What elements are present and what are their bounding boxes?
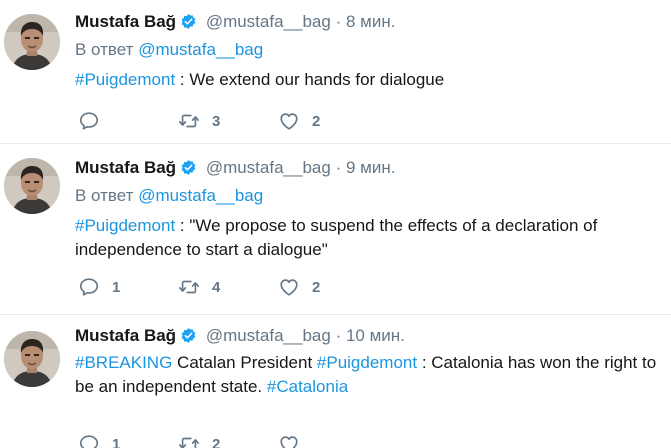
author-name[interactable]: Mustafa Bağ xyxy=(75,12,176,31)
avatar[interactable] xyxy=(4,158,60,214)
heart-icon xyxy=(278,433,300,448)
like-button[interactable] xyxy=(278,433,378,448)
tweet-timestamp[interactable]: 8 мин. xyxy=(346,12,395,31)
hashtag-link[interactable]: #Puigdemont xyxy=(317,353,417,372)
retweet-count: 2 xyxy=(212,435,221,448)
retweet-count: 4 xyxy=(212,278,221,296)
tweet-header: Mustafa Bağ @mustafa__bag · 9 мин. xyxy=(75,156,663,180)
heart-icon xyxy=(278,110,300,132)
reply-count: 1 xyxy=(112,278,121,296)
tweet[interactable]: Mustafa Bağ @mustafa__bag · 10 мин. #BRE… xyxy=(0,315,671,448)
tweet-text: #Puigdemont : "We propose to suspend the… xyxy=(75,214,663,262)
hashtag-link[interactable]: #Puigdemont xyxy=(75,70,175,89)
verified-badge-icon xyxy=(180,159,197,176)
tweet-text: #BREAKING Catalan President #Puigdemont … xyxy=(75,351,663,399)
tweet[interactable]: Mustafa Bağ @mustafa__bag · 9 мин. В отв… xyxy=(0,144,671,315)
tweet-timestamp[interactable]: 10 мин. xyxy=(346,326,405,345)
reply-context: В ответ @mustafa__bag xyxy=(75,184,663,208)
reply-context: В ответ @mustafa__bag xyxy=(75,38,663,62)
avatar[interactable] xyxy=(4,14,60,70)
tweet-actions: 1 2 xyxy=(78,432,378,448)
retweet-button[interactable]: 3 xyxy=(178,110,278,132)
retweet-icon xyxy=(178,110,200,132)
like-count: 2 xyxy=(312,112,321,130)
hashtag-link[interactable]: #Catalonia xyxy=(267,377,348,396)
retweet-count: 3 xyxy=(212,112,221,130)
verified-badge-icon xyxy=(180,13,197,30)
tweet-text-segment: Catalan President xyxy=(172,353,317,372)
tweet-header: Mustafa Bağ @mustafa__bag · 8 мин. xyxy=(75,10,663,34)
author-name[interactable]: Mustafa Bağ xyxy=(75,326,176,345)
tweet-actions: 1 4 2 xyxy=(78,275,378,299)
retweet-button[interactable]: 2 xyxy=(178,433,278,448)
hashtag-link[interactable]: #Puigdemont xyxy=(75,216,175,235)
author-name[interactable]: Mustafa Bağ xyxy=(75,158,176,177)
retweet-icon xyxy=(178,276,200,298)
reply-count: 1 xyxy=(112,435,121,448)
author-handle[interactable]: @mustafa__bag xyxy=(206,326,331,345)
reply-to-link[interactable]: @mustafa__bag xyxy=(138,40,263,59)
author-handle[interactable]: @mustafa__bag xyxy=(206,12,331,31)
tweet-text: #Puigdemont : We extend our hands for di… xyxy=(75,68,663,92)
reply-button[interactable]: 1 xyxy=(78,276,178,298)
tweet[interactable]: Mustafa Bağ @mustafa__bag · 8 мин. В отв… xyxy=(0,0,671,144)
tweet-content: Mustafa Bağ @mustafa__bag · 8 мин. В отв… xyxy=(75,10,663,92)
avatar[interactable] xyxy=(4,331,60,387)
separator-dot: · xyxy=(335,326,342,345)
reply-prefix: В ответ xyxy=(75,186,134,205)
verified-badge-icon xyxy=(180,327,197,344)
tweet-actions: 3 2 xyxy=(78,109,378,133)
heart-icon xyxy=(278,276,300,298)
author-handle[interactable]: @mustafa__bag xyxy=(206,158,331,177)
hashtag-link[interactable]: #BREAKING xyxy=(75,353,172,372)
tweet-timestamp[interactable]: 9 мин. xyxy=(346,158,395,177)
tweet-header: Mustafa Bağ @mustafa__bag · 10 мин. xyxy=(75,324,663,348)
reply-button[interactable]: 1 xyxy=(78,433,178,448)
separator-dot: · xyxy=(335,12,342,31)
reply-icon xyxy=(78,110,100,132)
like-button[interactable]: 2 xyxy=(278,276,378,298)
tweet-content: Mustafa Bağ @mustafa__bag · 9 мин. В отв… xyxy=(75,156,663,262)
reply-button[interactable] xyxy=(78,110,178,132)
tweet-timeline: Mustafa Bağ @mustafa__bag · 8 мин. В отв… xyxy=(0,0,671,448)
retweet-icon xyxy=(178,433,200,448)
like-count: 2 xyxy=(312,278,321,296)
tweet-text-segment: : We extend our hands for dialogue xyxy=(175,70,445,89)
like-button[interactable]: 2 xyxy=(278,110,378,132)
reply-icon xyxy=(78,433,100,448)
tweet-content: Mustafa Bağ @mustafa__bag · 10 мин. #BRE… xyxy=(75,324,663,399)
reply-icon xyxy=(78,276,100,298)
reply-prefix: В ответ xyxy=(75,40,134,59)
separator-dot: · xyxy=(335,158,342,177)
reply-to-link[interactable]: @mustafa__bag xyxy=(138,186,263,205)
retweet-button[interactable]: 4 xyxy=(178,276,278,298)
